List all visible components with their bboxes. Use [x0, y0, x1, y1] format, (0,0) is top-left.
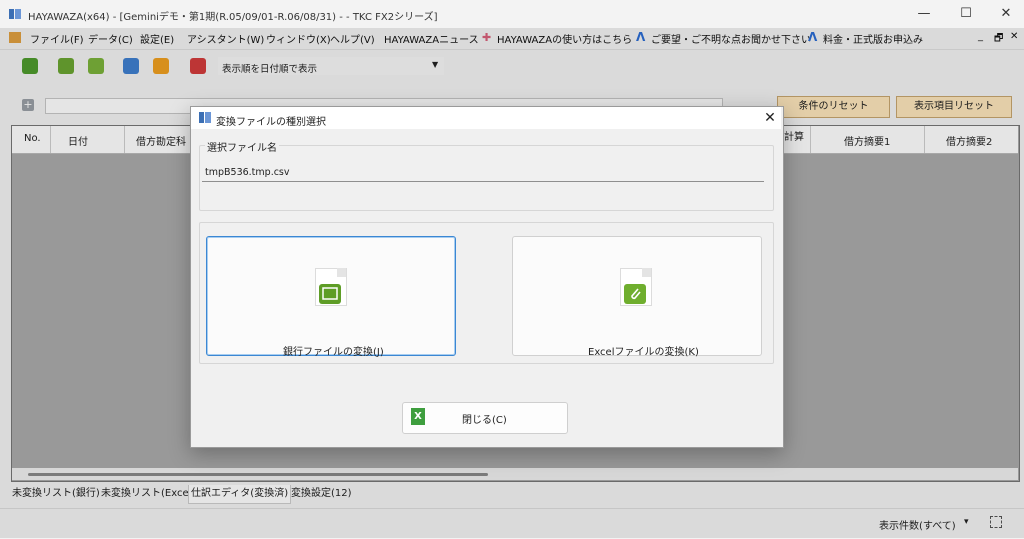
- app-icon: [8, 7, 22, 21]
- selected-file-label: 選択ファイル名: [205, 139, 279, 154]
- page-fold: [337, 268, 346, 277]
- close-window-button[interactable]: ✕: [986, 0, 1024, 28]
- selected-file-name: tmpB536.tmp.csv: [205, 167, 290, 178]
- maximize-button[interactable]: ☐: [946, 0, 986, 28]
- bank-button-label: 銀行ファイルの変換(J): [283, 347, 384, 358]
- exit-icon: X: [411, 408, 425, 425]
- minimize-button[interactable]: —: [904, 0, 944, 28]
- close-button-label: 閉じる(C): [462, 415, 507, 426]
- dialog-close-button[interactable]: ✕: [760, 108, 780, 128]
- window-title: HAYAWAZA(x64) - [Geminiデモ・第1期(R.05/09/01…: [28, 12, 438, 23]
- page-fold: [642, 268, 651, 277]
- dialog-app-icon: [199, 111, 211, 127]
- excel-button-label: Excelファイルの変換(K): [588, 347, 699, 358]
- bank-card-icon: [319, 284, 341, 304]
- dialog-title: 変換ファイルの種別選択: [216, 117, 326, 128]
- paperclip-icon: [624, 284, 646, 304]
